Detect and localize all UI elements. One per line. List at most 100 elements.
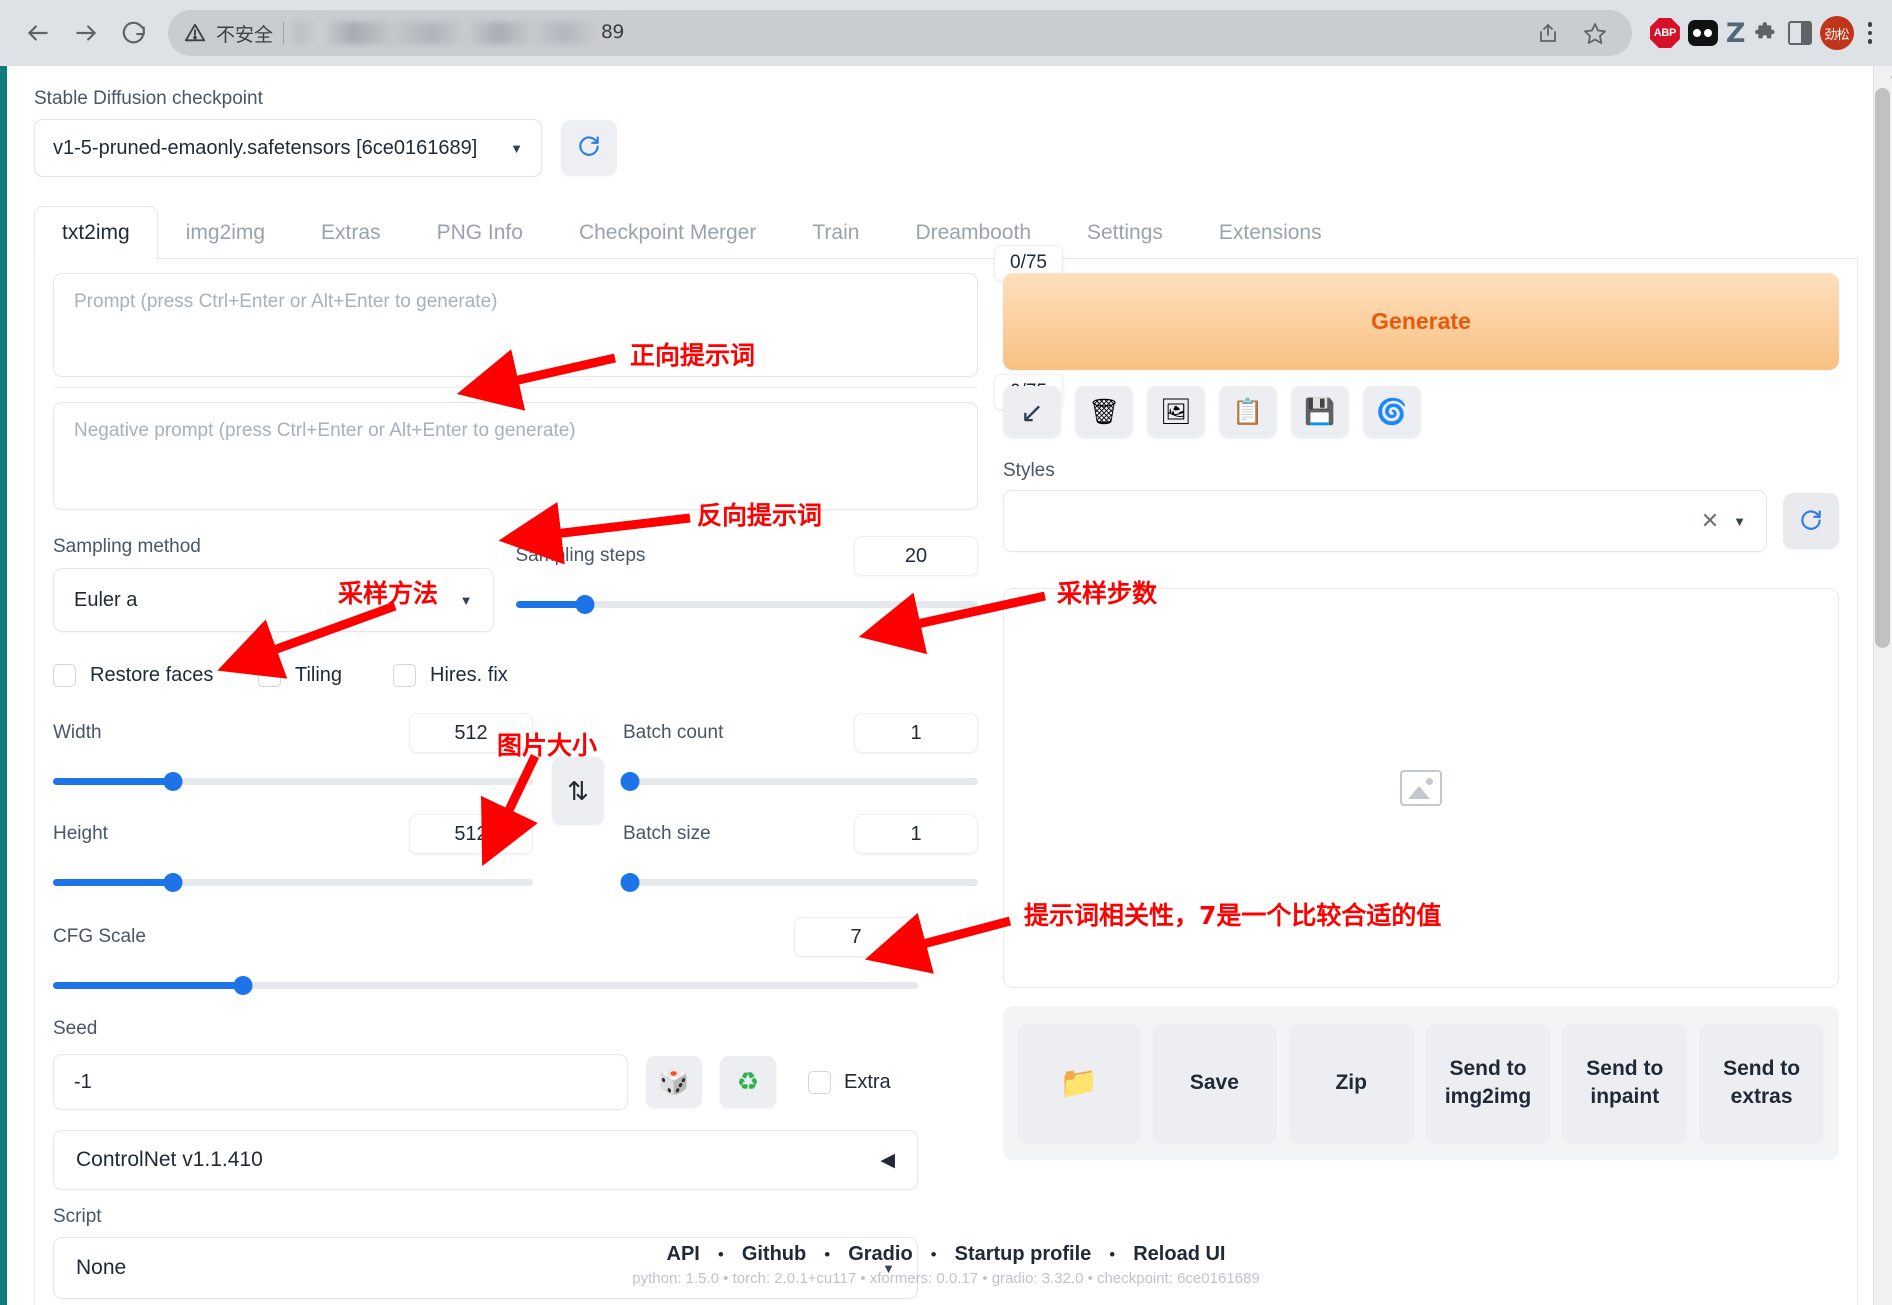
- options-checkboxes: Restore faces Tiling Hires. fix: [53, 664, 978, 687]
- height-slider[interactable]: [53, 873, 533, 892]
- slider-thumb[interactable]: [575, 595, 595, 614]
- tab-txt2img[interactable]: txt2img: [34, 206, 158, 259]
- dimensions-group: Width 512 Height 512: [53, 713, 533, 892]
- prompt-input[interactable]: Prompt (press Ctrl+Enter or Alt+Enter to…: [53, 273, 978, 377]
- puzzle-extension-icon[interactable]: [1754, 20, 1780, 46]
- insecure-warning-icon: [184, 22, 206, 44]
- send-to-img2img-button[interactable]: Send to img2img: [1426, 1024, 1550, 1142]
- tab-settings[interactable]: Settings: [1059, 206, 1191, 259]
- batch-count-input[interactable]: 1: [854, 713, 978, 753]
- zotero-extension-icon[interactable]: Z: [1726, 20, 1746, 47]
- checkpoint-value: v1-5-pruned-emaonly.safetensors [6ce0161…: [53, 136, 478, 159]
- restore-faces-checkbox[interactable]: Restore faces: [53, 664, 258, 687]
- clipboard-glyph: 📋: [1232, 397, 1264, 426]
- address-bar[interactable]: 不安全 89: [168, 10, 1632, 56]
- kebab-menu-icon[interactable]: [1862, 16, 1879, 50]
- tab-extras[interactable]: Extras: [293, 206, 409, 259]
- reload-ui-link[interactable]: Reload UI: [1133, 1243, 1225, 1266]
- batch-count-slider[interactable]: [620, 772, 978, 791]
- image-placeholder-icon: [1400, 770, 1442, 806]
- startup-profile-link[interactable]: Startup profile: [955, 1243, 1092, 1266]
- right-column: Generate ↙ 🗑 🖼 📋 💾 🌀 Styles ✕ ▼ 📁 Save Z…: [978, 273, 1839, 1299]
- checkpoint-refresh-button[interactable]: [561, 120, 617, 176]
- side-panel-icon[interactable]: [1787, 21, 1812, 45]
- tiling-checkbox[interactable]: Tiling: [258, 664, 393, 687]
- checkpoint-row: v1-5-pruned-emaonly.safetensors [6ce0161…: [34, 119, 1858, 177]
- checkpoint-select[interactable]: v1-5-pruned-emaonly.safetensors [6ce0161…: [34, 119, 542, 177]
- github-link[interactable]: Github: [742, 1243, 806, 1266]
- slider-thumb[interactable]: [620, 772, 640, 791]
- checkbox-box[interactable]: [53, 664, 76, 687]
- gradio-link[interactable]: Gradio: [848, 1243, 912, 1266]
- swap-dimensions-button[interactable]: ⇅: [552, 757, 604, 825]
- batch-size-slider[interactable]: [620, 873, 978, 892]
- share-icon[interactable]: [1528, 12, 1570, 54]
- dots-extension-icon[interactable]: [1687, 20, 1718, 46]
- page-scrollbar[interactable]: ▲: [1873, 66, 1892, 1305]
- image-card-icon[interactable]: 🖼: [1147, 386, 1205, 438]
- avatar[interactable]: 劲松: [1819, 16, 1854, 50]
- sampling-row: Sampling method Euler a ▼ Sampling steps…: [53, 536, 978, 632]
- cfg-scale-slider[interactable]: [53, 976, 918, 995]
- styles-refresh-button[interactable]: [1783, 493, 1839, 549]
- paste-arrow-icon[interactable]: ↙: [1003, 386, 1061, 438]
- close-icon[interactable]: ✕: [1701, 508, 1719, 534]
- sampling-steps-input[interactable]: 20: [854, 536, 978, 576]
- chevron-down-icon: ▼: [459, 592, 473, 608]
- sampling-method-annotation: 采样方法: [338, 579, 439, 608]
- slider-thumb[interactable]: [620, 873, 640, 892]
- spiral-icon[interactable]: 🌀: [1363, 386, 1421, 438]
- scrollbar-thumb[interactable]: [1875, 88, 1890, 648]
- zip-button[interactable]: Zip: [1289, 1024, 1413, 1142]
- batch-size-input[interactable]: 1: [854, 814, 978, 854]
- seed-row: -1 🎲 ♻ Extra: [53, 1054, 978, 1110]
- back-arrow-icon[interactable]: [14, 9, 62, 57]
- slider-thumb[interactable]: [163, 772, 183, 791]
- image-glyph: 🖼: [1160, 397, 1192, 426]
- checkbox-box[interactable]: [258, 664, 281, 687]
- tab-img2img[interactable]: img2img: [158, 206, 293, 259]
- tab-checkpoint-merger[interactable]: Checkpoint Merger: [551, 206, 784, 259]
- send-to-extras-button[interactable]: Send to extras: [1700, 1024, 1823, 1142]
- slider-thumb[interactable]: [163, 873, 183, 892]
- chevron-down-icon: ▼: [1733, 513, 1746, 529]
- webui-page: ▲ Stable Diffusion checkpoint v1-5-prune…: [0, 66, 1892, 1305]
- url-text[interactable]: 89: [294, 21, 625, 45]
- floppy-save-icon[interactable]: 💾: [1291, 386, 1349, 438]
- negative-prompt-input[interactable]: Negative prompt (press Ctrl+Enter or Alt…: [53, 402, 978, 510]
- seed-input[interactable]: -1: [53, 1054, 628, 1110]
- checkbox-box[interactable]: [393, 664, 416, 687]
- cfg-scale-input[interactable]: 7: [794, 917, 918, 957]
- adblock-plus-icon[interactable]: ABP: [1649, 18, 1680, 48]
- checkpoint-label: Stable Diffusion checkpoint: [34, 88, 263, 109]
- checkbox-box[interactable]: [808, 1070, 831, 1094]
- open-folder-button[interactable]: 📁: [1019, 1024, 1139, 1142]
- styles-select[interactable]: ✕ ▼: [1003, 490, 1767, 552]
- generate-button[interactable]: Generate: [1003, 273, 1839, 370]
- save-button[interactable]: Save: [1153, 1024, 1276, 1142]
- reuse-seed-button[interactable]: ♻: [720, 1056, 776, 1108]
- trash-icon[interactable]: 🗑: [1075, 386, 1133, 438]
- height-input[interactable]: 512: [409, 814, 533, 854]
- sampling-steps-label: Sampling steps: [515, 545, 646, 566]
- random-seed-button[interactable]: 🎲: [646, 1056, 702, 1108]
- tab-extensions[interactable]: Extensions: [1191, 206, 1350, 259]
- browser-toolbar: 不安全 89 ABP Z 劲松: [0, 0, 1892, 66]
- forward-arrow-icon[interactable]: [62, 9, 110, 57]
- recycle-icon: ♻: [736, 1068, 760, 1096]
- width-head: Width 512: [53, 713, 533, 753]
- hires-fix-checkbox[interactable]: Hires. fix: [393, 664, 508, 687]
- reload-icon[interactable]: [110, 9, 158, 57]
- tab-png-info[interactable]: PNG Info: [409, 206, 551, 259]
- width-slider[interactable]: [53, 772, 533, 791]
- sampling-steps-slider[interactable]: [515, 595, 978, 614]
- tab-train[interactable]: Train: [784, 206, 887, 259]
- sampling-method-group: Sampling method Euler a ▼: [53, 536, 516, 632]
- clipboard-icon[interactable]: 📋: [1219, 386, 1277, 438]
- slider-thumb[interactable]: [233, 976, 253, 995]
- controlnet-accordion[interactable]: ControlNet v1.1.410 ◀: [53, 1130, 918, 1190]
- extra-seed-checkbox[interactable]: Extra: [808, 1070, 891, 1094]
- star-icon[interactable]: [1574, 12, 1616, 54]
- send-to-inpaint-button[interactable]: Send to inpaint: [1563, 1024, 1687, 1142]
- api-link[interactable]: API: [667, 1243, 700, 1266]
